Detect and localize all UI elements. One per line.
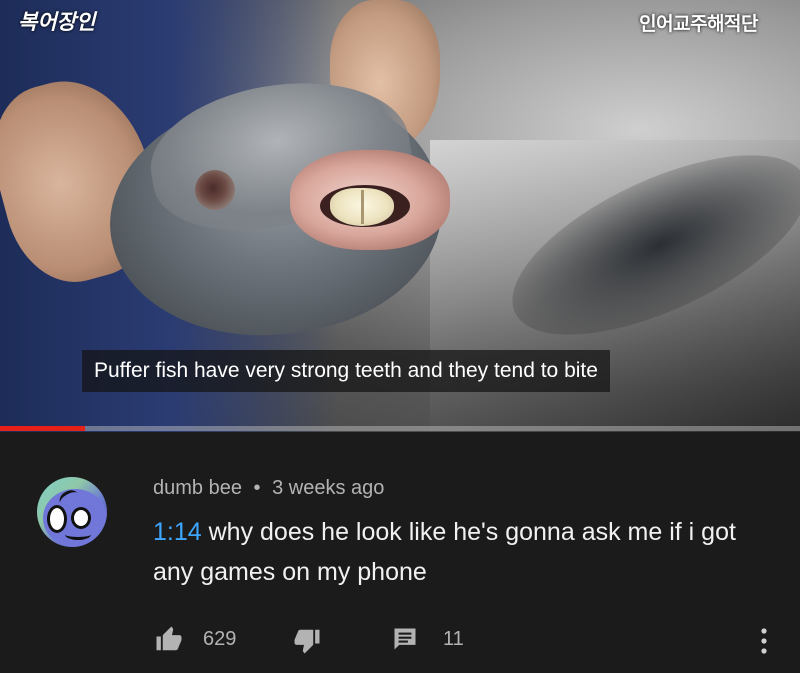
comment-card: dumb bee • 3 weeks ago 1:14 why does he … (0, 432, 800, 673)
avatar-eye-right (71, 507, 91, 529)
avatar[interactable] (37, 477, 107, 547)
more-vert-icon[interactable] (758, 626, 770, 656)
comment-time: 3 weeks ago (272, 477, 385, 499)
video-progress-bar[interactable] (0, 426, 800, 431)
comment-timestamp-link[interactable]: 1:14 (153, 518, 202, 546)
thumbs-down-icon[interactable] (291, 626, 323, 656)
meta-separator: • (253, 477, 261, 499)
channel-logo: 복어장인 (18, 11, 96, 34)
video-player[interactable]: 복어장인 인어교주해적단 Puffer fish have very stron… (0, 0, 800, 432)
teeth-gap (361, 190, 364, 224)
reply-count: 11 (443, 628, 464, 650)
comment-meta: dumb bee • 3 weeks ago (153, 477, 384, 500)
like-count: 629 (203, 628, 237, 650)
avatar-eye-left (47, 505, 67, 533)
thumbs-up-icon[interactable] (153, 624, 185, 654)
puffer-fish-eye (195, 170, 235, 210)
video-progress-fill (0, 426, 85, 431)
comment-author[interactable]: dumb bee (153, 477, 242, 499)
channel-watermark: 인어교주해적단 (639, 14, 758, 35)
comment-text: 1:14 why does he look like he's gonna as… (153, 512, 773, 592)
youtube-comment-screenshot: 복어장인 인어교주해적단 Puffer fish have very stron… (0, 0, 800, 673)
video-subtitle: Puffer fish have very strong teeth and t… (82, 350, 610, 392)
comment-body: why does he look like he's gonna ask me … (153, 518, 736, 586)
reply-comment-icon[interactable] (391, 624, 419, 654)
avatar-mouth (65, 529, 91, 540)
